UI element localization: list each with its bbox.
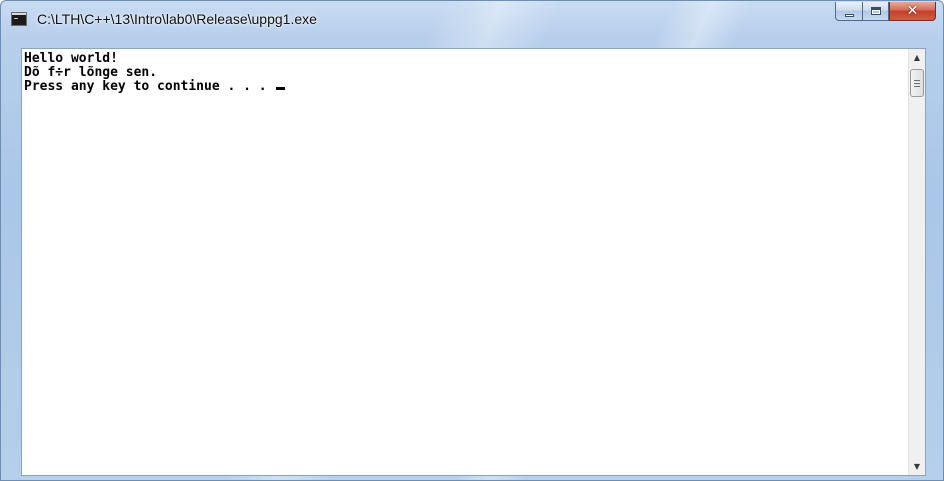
close-button[interactable]: ✕ <box>889 2 936 21</box>
close-icon: ✕ <box>906 3 919 19</box>
title-bar[interactable]: C:\LTH\C++\13\Intro\lab0\Release\uppg1.e… <box>1 1 943 47</box>
caption-buttons: ✕ <box>835 2 936 23</box>
console-output-area[interactable]: Hello world! Dõ f÷r lõnge sen. Press any… <box>21 48 926 476</box>
console-line: Dõ f÷r lõnge sen. <box>24 65 158 80</box>
text-cursor <box>276 87 286 90</box>
console-line: Hello world! <box>24 51 118 66</box>
console-text: Hello world! Dõ f÷r lõnge sen. Press any… <box>24 52 904 94</box>
arrow-down-icon: ▼ <box>913 462 921 471</box>
scroll-thumb[interactable] <box>910 69 924 97</box>
vertical-scrollbar[interactable]: ▲ ▼ <box>908 49 925 475</box>
console-prompt-line: Press any key to continue . . . <box>24 80 904 94</box>
console-app-icon[interactable] <box>11 12 27 26</box>
scroll-down-button[interactable]: ▼ <box>909 458 925 475</box>
console-window: C:\LTH\C++\13\Intro\lab0\Release\uppg1.e… <box>0 0 944 481</box>
window-title: C:\LTH\C++\13\Intro\lab0\Release\uppg1.e… <box>37 11 317 27</box>
maximize-button[interactable] <box>862 2 889 21</box>
scroll-up-button[interactable]: ▲ <box>909 49 925 66</box>
arrow-up-icon: ▲ <box>913 53 921 62</box>
minimize-button[interactable] <box>835 2 862 21</box>
minimize-icon <box>844 13 854 17</box>
maximize-icon <box>870 7 881 15</box>
grip-icon <box>914 79 920 87</box>
console-line: Press any key to continue . . . <box>24 79 275 94</box>
